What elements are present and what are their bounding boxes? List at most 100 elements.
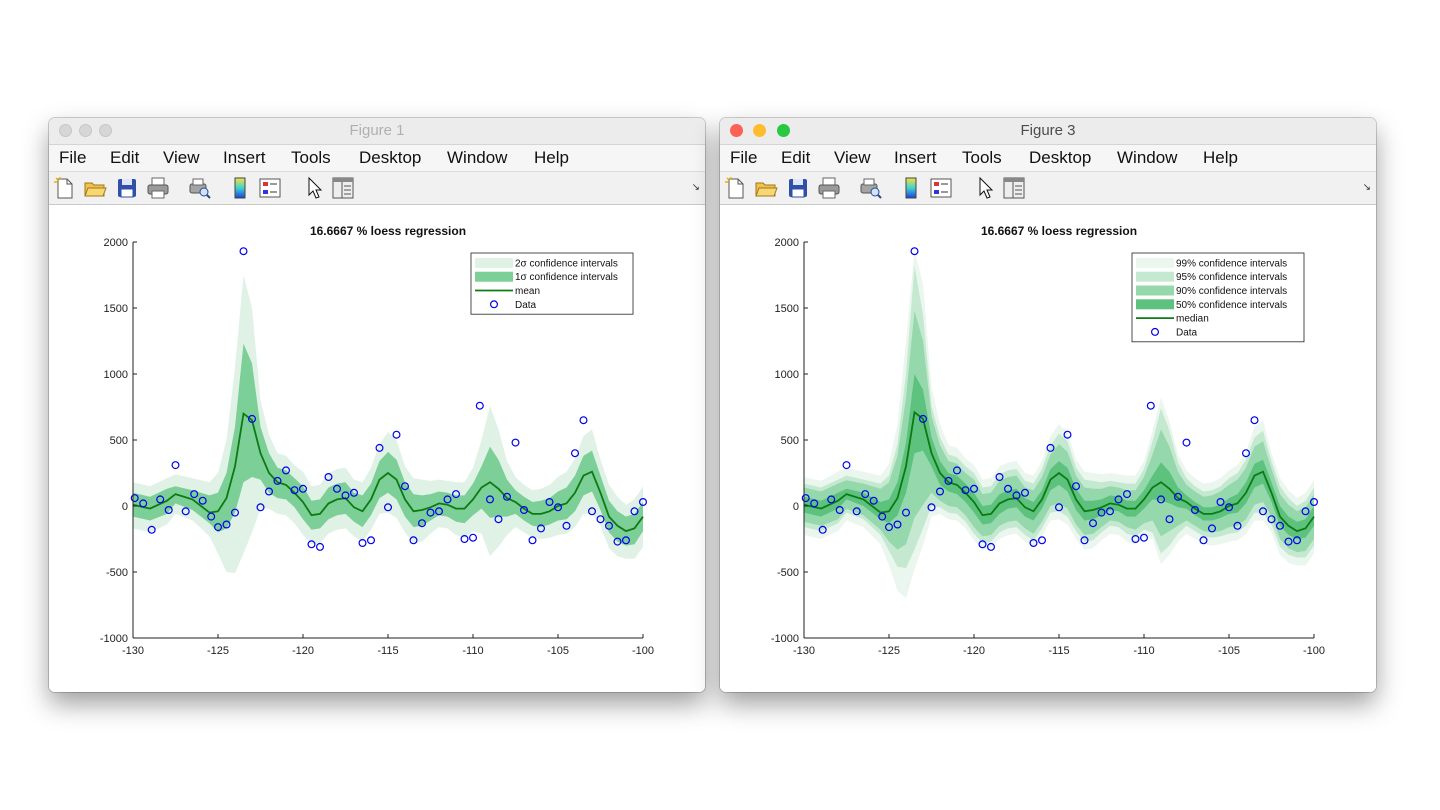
x-tick-label-4: -110	[462, 645, 483, 657]
data-point-28	[367, 536, 376, 545]
menu-bar: File Edit View Insert Tools Desktop Wind…	[49, 145, 705, 172]
menu-desktop[interactable]: Desktop	[359, 145, 421, 171]
property-editor-icon[interactable]	[330, 175, 356, 201]
figure-1-window: Figure 1 File Edit View Insert Tools Des…	[49, 118, 705, 692]
data-point-53	[1250, 416, 1259, 425]
print-icon[interactable]	[145, 175, 171, 201]
x-tick-label-1: -125	[207, 645, 229, 657]
y-tick-label-3: 500	[110, 435, 128, 447]
y-tick-label-3: 500	[781, 435, 799, 447]
print-preview-icon[interactable]	[186, 175, 212, 201]
y-tick-label-4: 0	[122, 501, 128, 513]
legend-entry-0: 99% confidence intervals	[1176, 258, 1287, 269]
y-tick-label-5: -500	[106, 567, 128, 579]
band-2sigma	[133, 275, 643, 574]
menu-help[interactable]: Help	[1203, 145, 1238, 171]
menu-insert[interactable]: Insert	[223, 145, 266, 171]
dock-arrow-icon[interactable]: ↘	[1363, 182, 1371, 193]
colorbar-icon[interactable]	[898, 175, 924, 201]
y-tick-label-1: 1500	[104, 303, 128, 315]
dock-arrow-icon[interactable]: ↘	[692, 182, 700, 193]
x-tick-label-0: -130	[122, 645, 144, 657]
menu-window[interactable]: Window	[1117, 145, 1177, 171]
y-tick-label-6: -1000	[771, 633, 799, 645]
legend-icon[interactable]	[928, 175, 954, 201]
menu-edit[interactable]: Edit	[781, 145, 810, 171]
data-point-13	[239, 247, 248, 256]
colorbar-icon[interactable]	[227, 175, 253, 201]
data-point-41	[475, 401, 484, 410]
data-point-41	[1146, 401, 1155, 410]
x-tick-label-2: -120	[963, 645, 985, 657]
titlebar[interactable]: Figure 3	[720, 118, 1376, 145]
x-tick-label-2: -120	[292, 645, 314, 657]
legend-swatch-3	[1136, 299, 1174, 310]
menu-window[interactable]: Window	[447, 145, 507, 171]
legend-entry-5: Data	[1176, 327, 1198, 338]
chart-svg: 2000 1500 1000 500 0 -500 -1000-130 -125 -120 -11…	[100, 224, 654, 657]
menu-bar: File Edit View Insert Tools Desktop Wind…	[720, 145, 1376, 172]
data-point-45	[511, 438, 520, 447]
y-tick-label-0: 2000	[775, 237, 799, 249]
titlebar[interactable]: Figure 1	[49, 118, 705, 145]
menu-view[interactable]: View	[834, 145, 871, 171]
plot-area: 2000 1500 1000 500 0 -500 -1000 -130 -125 -120 -11…	[49, 205, 705, 692]
window-title: Figure 3	[1020, 122, 1076, 139]
y-tick-label-1: 1500	[775, 303, 799, 315]
data-point-45	[1182, 438, 1191, 447]
save-icon[interactable]	[114, 175, 140, 201]
new-file-icon[interactable]	[52, 175, 78, 201]
y-tick-label-2: 1000	[104, 369, 128, 381]
data-point-22	[316, 542, 325, 551]
legend-entry-2: mean	[515, 286, 540, 297]
x-tick-label-3: -115	[1048, 645, 1069, 657]
pointer-icon[interactable]	[301, 175, 327, 201]
open-folder-icon[interactable]	[82, 175, 108, 201]
y-tick-label-6: -1000	[100, 633, 128, 645]
menu-view[interactable]: View	[163, 145, 200, 171]
legend-entry-2: 90% confidence intervals	[1176, 286, 1287, 297]
print-preview-icon[interactable]	[857, 175, 883, 201]
menu-file[interactable]: File	[730, 145, 757, 171]
legend-icon[interactable]	[257, 175, 283, 201]
new-file-icon[interactable]	[723, 175, 749, 201]
menu-tools[interactable]: Tools	[291, 145, 331, 171]
menu-file[interactable]: File	[59, 145, 86, 171]
x-tick-label-5: -105	[1218, 645, 1240, 657]
menu-desktop[interactable]: Desktop	[1029, 145, 1091, 171]
data-point-31	[392, 430, 401, 439]
open-folder-icon[interactable]	[753, 175, 779, 201]
plot-area: 2000 1500 1000 500 0 -500 -1000 -130 -125 -120 -11…	[720, 205, 1376, 692]
x-tick-label-0: -130	[793, 645, 815, 657]
menu-edit[interactable]: Edit	[110, 145, 139, 171]
legend-entry-1: 1σ confidence intervals	[515, 272, 618, 283]
menu-tools[interactable]: Tools	[962, 145, 1002, 171]
chart-svg: 2000 1500 1000 500 0 -500 -1000-130 -125 -120 -11…	[771, 224, 1325, 657]
menu-insert[interactable]: Insert	[894, 145, 937, 171]
chart-title: 16.6667 % loess regression	[981, 224, 1137, 238]
print-icon[interactable]	[816, 175, 842, 201]
figure-toolbar: ↘	[720, 172, 1376, 205]
menu-help[interactable]: Help	[534, 145, 569, 171]
legend-entry-3: 50% confidence intervals	[1176, 300, 1287, 311]
x-tick-label-6: -100	[1303, 645, 1325, 657]
save-icon[interactable]	[785, 175, 811, 201]
x-tick-label-5: -105	[547, 645, 569, 657]
data-point-28	[1038, 536, 1047, 545]
legend-swatch-0	[475, 257, 513, 268]
data-point-5	[842, 461, 851, 470]
legend-entry-0: 2σ confidence intervals	[515, 258, 618, 269]
y-tick-label-2: 1000	[775, 369, 799, 381]
data-point-40	[469, 533, 478, 542]
pointer-icon[interactable]	[972, 175, 998, 201]
chart-title: 16.6667 % loess regression	[310, 224, 466, 238]
legend-entry-4: median	[1176, 314, 1209, 325]
window-title: Figure 1	[349, 122, 405, 139]
property-editor-icon[interactable]	[1001, 175, 1027, 201]
x-tick-label-1: -125	[878, 645, 900, 657]
x-tick-label-4: -110	[1133, 645, 1154, 657]
legend-swatch-0	[1136, 257, 1174, 268]
legend-swatch-2	[1136, 285, 1174, 296]
y-tick-label-0: 2000	[104, 237, 128, 249]
legend-entry-3: Data	[515, 300, 537, 311]
